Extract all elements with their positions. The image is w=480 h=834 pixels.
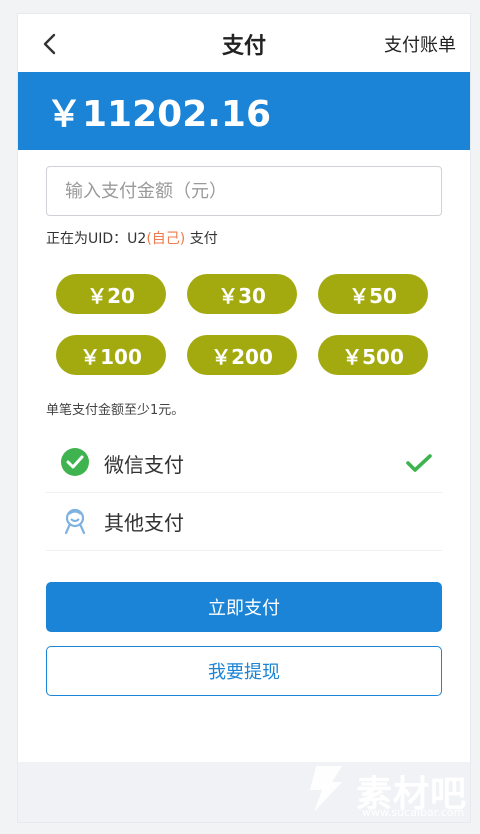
uid-suffix: 支付 (185, 231, 218, 247)
back-button[interactable] (32, 26, 68, 62)
top-bar: 支付 支付账单 (18, 14, 470, 74)
wechat-pay-icon (58, 446, 92, 480)
balance-amount: ￥11202.16 (46, 94, 272, 135)
preset-amount-500[interactable]: ￥500 (318, 335, 428, 375)
uid-line: 正在为UID：U2(自己) 支付 (46, 228, 218, 248)
preset-amount-200[interactable]: ￥200 (187, 335, 297, 375)
selected-check-icon (406, 454, 432, 472)
balance-banner: ￥11202.16 (18, 72, 470, 150)
preset-amount-100[interactable]: ￥100 (56, 335, 166, 375)
payment-method-label: 微信支付 (104, 452, 184, 477)
uid-prefix: 正在为UID：U2 (46, 231, 147, 247)
preset-amount-20[interactable]: ￥20 (56, 274, 166, 314)
preset-amount-50[interactable]: ￥50 (318, 274, 428, 314)
other-pay-icon (58, 504, 92, 538)
preset-amount-30[interactable]: ￥30 (187, 274, 297, 314)
payment-bill-link[interactable]: 支付账单 (384, 14, 456, 74)
watermark-url: www.sucaibar.com (362, 806, 465, 819)
payment-page: 支付 支付账单 ￥11202.16 正在为UID：U2(自己) 支付 ￥20 ￥… (18, 14, 470, 822)
payment-method-wechat[interactable]: 微信支付 (46, 434, 442, 493)
uid-self-tag: (自己) (146, 231, 186, 247)
payment-method-label: 其他支付 (104, 510, 184, 535)
amount-input[interactable] (46, 166, 442, 216)
minimum-amount-note: 单笔支付金额至少1元。 (46, 403, 185, 418)
pay-now-button[interactable]: 立即支付 (46, 582, 442, 632)
chevron-left-icon (43, 33, 56, 55)
payment-method-other[interactable]: 其他支付 (46, 492, 442, 551)
watermark-logo-icon (310, 766, 342, 812)
withdraw-button[interactable]: 我要提现 (46, 646, 442, 696)
